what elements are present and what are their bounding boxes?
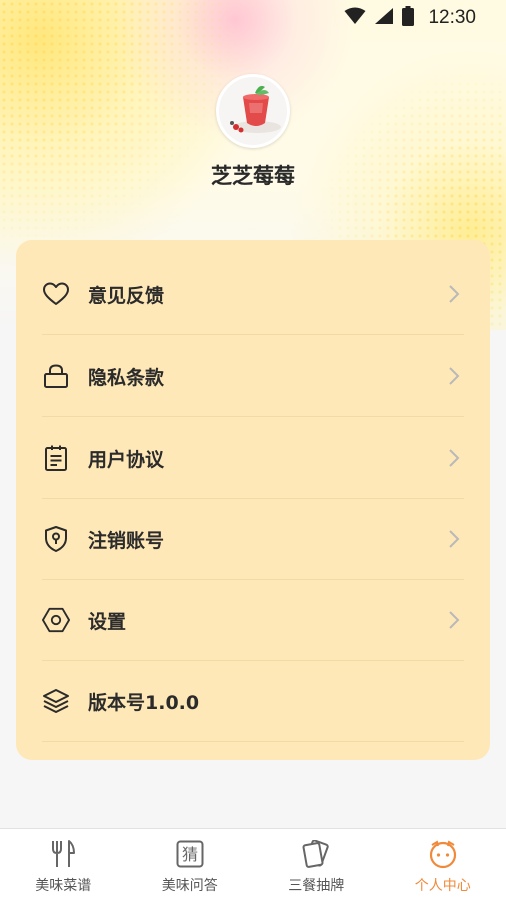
menu-item-settings[interactable]: 设置 [42, 580, 464, 661]
clipboard-icon [42, 444, 70, 472]
heart-icon [42, 280, 70, 308]
guess-char: 猜 [182, 845, 198, 864]
status-bar: 12:30 [0, 0, 506, 34]
username: 芝芝莓莓 [211, 164, 295, 188]
tab-card-draw[interactable]: 三餐抽牌 [253, 829, 380, 900]
chevron-right-icon [444, 284, 464, 304]
menu-item-user-agreement[interactable]: 用户协议 [42, 418, 464, 499]
menu-item-privacy[interactable]: 隐私条款 [42, 336, 464, 417]
lock-icon [42, 362, 70, 390]
cards-icon [301, 839, 331, 869]
tab-label: 美味问答 [161, 878, 218, 894]
chevron-right-icon [444, 529, 464, 549]
fork-knife-icon [48, 839, 78, 869]
avatar[interactable] [216, 74, 290, 148]
menu-item-label: 用户协议 [88, 448, 165, 471]
menu-item-label: 设置 [88, 610, 127, 633]
tab-recipes[interactable]: 美味菜谱 [0, 829, 127, 900]
signal-icon [374, 7, 394, 29]
chevron-right-icon [444, 610, 464, 630]
guess-icon: 猜 [175, 839, 205, 869]
chevron-right-icon [444, 448, 464, 468]
menu-card: 意见反馈 隐私条款 用户协议 注销账号 设置 版本号1.0.0 [16, 240, 490, 760]
menu-item-label: 注销账号 [88, 529, 165, 552]
tab-profile[interactable]: 个人中心 [380, 829, 506, 900]
tab-label: 三餐抽牌 [288, 878, 345, 894]
shield-icon [42, 525, 70, 553]
menu-item-feedback[interactable]: 意见反馈 [42, 254, 464, 335]
chevron-right-icon [444, 366, 464, 386]
wifi-icon [344, 7, 366, 29]
settings-hexagon-icon [42, 606, 70, 634]
menu-item-label: 隐私条款 [88, 366, 165, 389]
menu-item-version: 版本号1.0.0 [42, 661, 464, 742]
face-icon [428, 839, 458, 869]
layers-icon [42, 687, 70, 715]
battery-icon [402, 6, 415, 30]
menu-item-delete-account[interactable]: 注销账号 [42, 499, 464, 580]
bottom-tab-bar: 美味菜谱 猜 美味问答 三餐抽牌 个人中心 [0, 828, 506, 900]
status-time: 12:30 [428, 7, 476, 28]
version-label: 版本号1.0.0 [88, 691, 200, 714]
tab-qa[interactable]: 猜 美味问答 [127, 829, 254, 900]
tab-label: 美味菜谱 [35, 878, 92, 894]
menu-item-label: 意见反馈 [88, 284, 165, 307]
tab-label: 个人中心 [414, 878, 471, 894]
